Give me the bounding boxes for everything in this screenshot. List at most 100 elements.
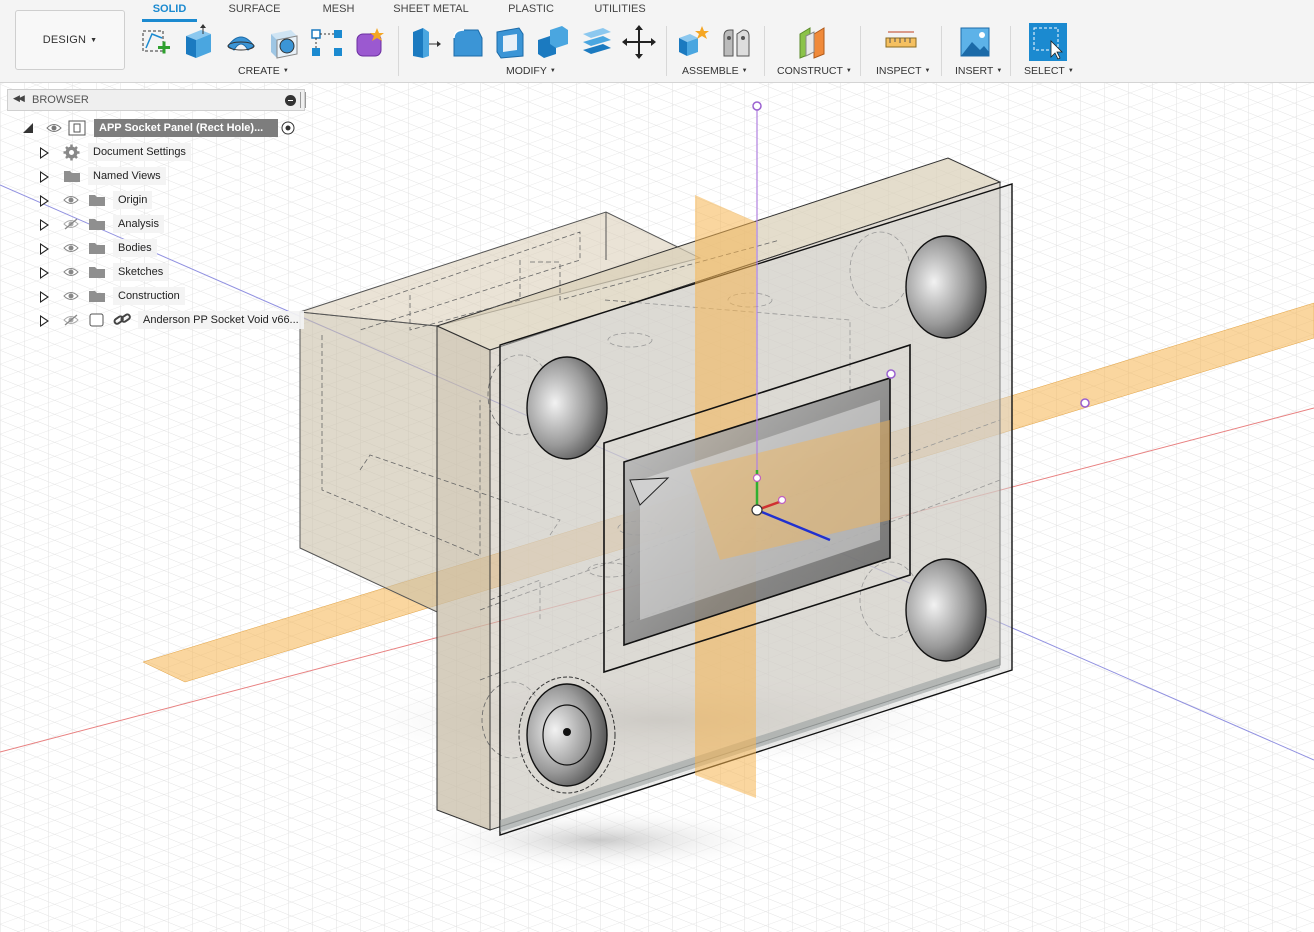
tab-mesh[interactable]: MESH [316, 3, 361, 19]
fillet-icon[interactable] [450, 24, 484, 60]
caret-down-icon: ▼ [741, 68, 748, 74]
browser-item-origin[interactable]: Origin [0, 189, 310, 211]
expand-triangle-icon[interactable] [40, 243, 49, 255]
panel-left-face [436, 325, 491, 831]
origin-point-y[interactable] [752, 473, 762, 483]
assemble-menu[interactable]: ASSEMBLE ▼ [682, 65, 748, 77]
eye-hidden-icon[interactable] [63, 218, 79, 230]
folder-icon [64, 171, 80, 182]
sketches-label: Sketches [113, 263, 169, 281]
bodies-label: Bodies [113, 239, 157, 257]
origin-point-top[interactable] [752, 101, 762, 111]
move-icon[interactable] [622, 24, 656, 60]
hole-icon[interactable] [267, 24, 301, 60]
active-tab-indicator [142, 19, 197, 22]
window-select-icon[interactable] [1029, 23, 1067, 61]
create-form-icon[interactable] [353, 24, 387, 60]
workspace-switcher[interactable]: DESIGN ▼ [15, 10, 125, 70]
browser-item-analysis[interactable]: Analysis [0, 213, 310, 235]
browser-root-row[interactable]: APP Socket Panel (Rect Hole)... [0, 117, 310, 139]
eye-icon[interactable] [63, 290, 79, 302]
expand-triangle-icon[interactable] [40, 147, 49, 159]
browser-item-construction[interactable]: Construction [0, 285, 310, 307]
toolbar-divider [1010, 26, 1011, 76]
browser-item-bodies[interactable]: Bodies [0, 237, 310, 259]
measure-icon[interactable] [884, 24, 918, 60]
origin-point-mid[interactable] [886, 369, 896, 379]
analysis-label: Analysis [113, 215, 164, 233]
expand-triangle-icon[interactable] [40, 219, 49, 231]
browser-item-named-views[interactable]: Named Views [0, 165, 310, 187]
mounting-hole-bottom-right [905, 558, 987, 662]
modify-menu[interactable]: MODIFY ▼ [506, 65, 556, 77]
tab-solid[interactable]: SOLID [147, 3, 192, 19]
folder-icon [89, 291, 105, 302]
offset-face-icon[interactable] [579, 24, 613, 60]
revolve-icon[interactable] [224, 24, 258, 60]
extrude-icon[interactable] [181, 24, 215, 60]
create-sketch-icon[interactable] [138, 24, 172, 60]
tab-surface[interactable]: SURFACE [222, 3, 287, 19]
panel-grip-icon[interactable] [300, 92, 306, 108]
browser-header: ◀◀ BROWSER [7, 89, 306, 111]
select-menu[interactable]: SELECT ▼ [1024, 65, 1074, 77]
tab-utilities[interactable]: UTILITIES [590, 3, 650, 19]
origin-point-right[interactable] [1080, 398, 1090, 408]
tab-plastic[interactable]: PLASTIC [500, 3, 562, 19]
folder-icon [89, 219, 105, 230]
expand-triangle-icon[interactable] [40, 267, 49, 279]
eye-icon[interactable] [63, 194, 79, 206]
component-icon [89, 313, 104, 327]
inspect-label: INSPECT [876, 65, 922, 77]
origin-point-x[interactable] [777, 495, 787, 505]
link-icon [113, 313, 131, 325]
construct-label: CONSTRUCT [777, 65, 843, 77]
collapse-panel-icon[interactable]: ◀◀ [13, 93, 25, 104]
eye-icon[interactable] [46, 122, 62, 134]
component-icon [68, 120, 86, 136]
browser-title: BROWSER [32, 94, 89, 106]
mounting-hole-top-right [905, 235, 987, 339]
eye-hidden-icon[interactable] [63, 314, 79, 326]
3d-viewport[interactable] [0, 0, 1314, 932]
eye-icon[interactable] [63, 242, 79, 254]
named-views-label: Named Views [88, 167, 166, 185]
joint-icon[interactable] [719, 24, 753, 60]
browser-item-sketches[interactable]: Sketches [0, 261, 310, 283]
origin-center[interactable] [751, 504, 763, 516]
expand-triangle-icon[interactable] [40, 291, 49, 303]
tab-sheet-metal[interactable]: SHEET METAL [390, 3, 472, 19]
pattern-icon[interactable] [310, 24, 344, 60]
gear-icon [63, 144, 80, 161]
expand-triangle-icon[interactable] [40, 171, 49, 183]
activate-radio-icon[interactable] [281, 121, 295, 135]
combine-icon[interactable] [536, 24, 570, 60]
expand-triangle-icon[interactable] [40, 195, 49, 207]
construction-label: Construction [113, 287, 185, 305]
caret-down-icon: ▼ [845, 68, 852, 74]
insert-menu[interactable]: INSERT ▼ [955, 65, 1002, 77]
minimize-icon[interactable] [285, 95, 296, 106]
modify-label: MODIFY [506, 65, 547, 77]
mounting-hole-top-left [526, 356, 608, 460]
eye-icon[interactable] [63, 266, 79, 278]
create-menu[interactable]: CREATE ▼ [238, 65, 289, 77]
shell-icon[interactable] [493, 24, 527, 60]
document-settings-label: Document Settings [88, 143, 191, 161]
offset-plane-icon[interactable] [796, 24, 830, 60]
browser-item-document-settings[interactable]: Document Settings [0, 141, 310, 163]
press-pull-icon[interactable] [407, 24, 441, 60]
collapse-triangle-icon[interactable] [22, 122, 34, 134]
root-component-label: APP Socket Panel (Rect Hole)... [94, 119, 278, 137]
caret-down-icon: ▼ [90, 36, 98, 44]
folder-icon [89, 267, 105, 278]
construct-menu[interactable]: CONSTRUCT ▼ [777, 65, 852, 77]
new-component-icon[interactable] [676, 24, 710, 60]
expand-triangle-icon[interactable] [40, 315, 49, 327]
insert-image-icon[interactable] [958, 24, 992, 60]
toolbar-divider [764, 26, 765, 76]
browser-item-anderson-socket-void[interactable]: Anderson PP Socket Void v66... [0, 309, 310, 331]
inspect-menu[interactable]: INSPECT ▼ [876, 65, 930, 77]
toolbar-divider [941, 26, 942, 76]
toolbar-divider [860, 26, 861, 76]
